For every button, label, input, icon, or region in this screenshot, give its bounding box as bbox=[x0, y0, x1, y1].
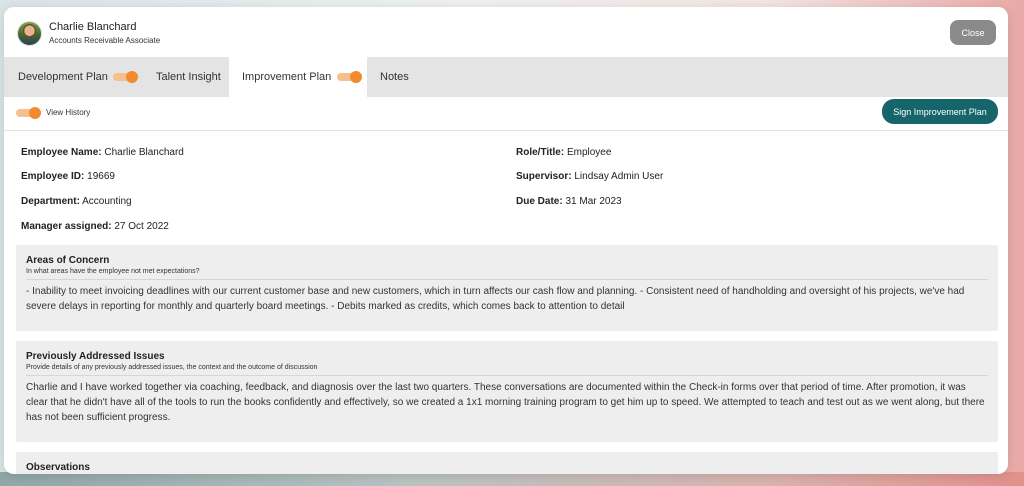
section-title: Previously Addressed Issues bbox=[26, 351, 165, 362]
tab-label: Notes bbox=[380, 71, 409, 83]
areas-of-concern-section: Areas of Concern In what areas have the … bbox=[16, 245, 998, 331]
tab-label: Development Plan bbox=[18, 71, 108, 83]
section-title: Areas of Concern bbox=[26, 255, 110, 266]
tab-notes[interactable]: Notes bbox=[380, 57, 409, 97]
development-plan-toggle[interactable] bbox=[112, 71, 138, 83]
supervisor: Supervisor: Lindsay Admin User bbox=[516, 171, 664, 182]
user-name: Charlie Blanchard bbox=[49, 21, 137, 33]
section-body: - Inability to meet invoicing deadlines … bbox=[26, 286, 965, 312]
tab-label: Improvement Plan bbox=[242, 71, 332, 83]
toolbar: View History Sign Improvement Plan bbox=[4, 97, 1008, 131]
employee-id: Employee ID: 19669 bbox=[21, 171, 115, 182]
background-band bbox=[0, 472, 1024, 486]
employee-info: Employee Name: Charlie Blanchard Employe… bbox=[4, 131, 1008, 244]
sign-improvement-plan-button[interactable]: Sign Improvement Plan bbox=[882, 99, 998, 124]
tab-label: Talent Insight bbox=[156, 71, 221, 83]
avatar bbox=[17, 21, 42, 46]
tab-talent-insight[interactable]: Talent Insight bbox=[156, 57, 221, 97]
due-date: Due Date: 31 Mar 2023 bbox=[516, 196, 622, 207]
close-button[interactable]: Close bbox=[950, 20, 996, 45]
section-subtitle: In what areas have the employee not met … bbox=[26, 267, 988, 280]
section-title: Observations bbox=[26, 462, 90, 473]
user-role: Accounts Receivable Associate bbox=[49, 36, 161, 45]
manager-assigned: Manager assigned: 27 Oct 2022 bbox=[21, 221, 169, 232]
improvement-plan-toggle[interactable] bbox=[337, 71, 363, 83]
employee-name: Employee Name: Charlie Blanchard bbox=[21, 147, 184, 158]
view-history-toggle[interactable] bbox=[16, 107, 41, 119]
improvement-plan-modal: Charlie Blanchard Accounts Receivable As… bbox=[4, 7, 1008, 474]
modal-header: Charlie Blanchard Accounts Receivable As… bbox=[4, 7, 1008, 57]
section-subtitle: Provide details of any previously addres… bbox=[26, 363, 988, 376]
tab-development-plan[interactable]: Development Plan bbox=[18, 57, 138, 97]
tab-improvement-plan[interactable]: Improvement Plan bbox=[229, 57, 367, 97]
tab-bar: Development Plan Talent Insight Improvem… bbox=[4, 57, 1008, 97]
previously-addressed-issues-section: Previously Addressed Issues Provide deta… bbox=[16, 341, 998, 442]
section-body: Charlie and I have worked together via c… bbox=[26, 382, 985, 423]
observations-section: Observations bbox=[16, 452, 998, 474]
role-title: Role/Title: Employee bbox=[516, 147, 612, 158]
department: Department: Accounting bbox=[21, 196, 132, 207]
view-history-label: View History bbox=[46, 108, 91, 117]
